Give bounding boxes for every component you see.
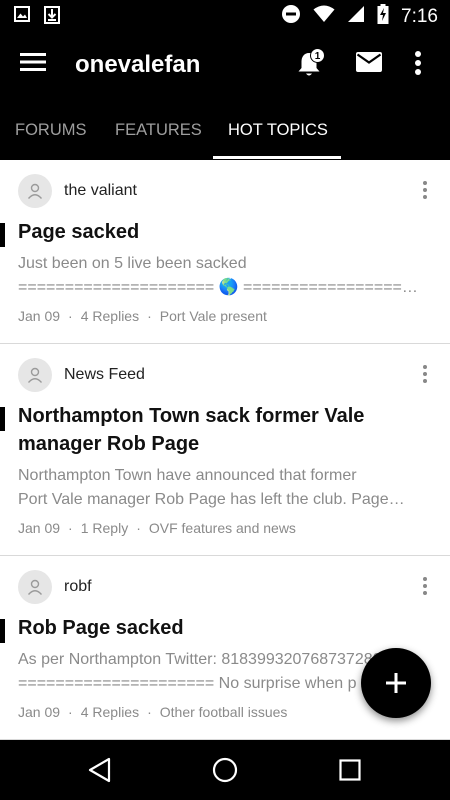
topic-date: Jan 09: [18, 520, 61, 536]
avatar[interactable]: [18, 358, 52, 392]
recents-button[interactable]: [335, 755, 365, 785]
new-topic-button[interactable]: [361, 648, 431, 718]
author-row: News Feed: [18, 358, 145, 392]
topic-meta: Jan 09 · 1 Reply · OVF features and news: [18, 520, 296, 536]
avatar[interactable]: [18, 570, 52, 604]
topic-options-button[interactable]: [422, 180, 432, 200]
topic-card[interactable]: the valiant Page sacked Just been on 5 l…: [0, 160, 450, 344]
notification-badge: 1: [310, 48, 325, 63]
battery-charging-icon: [377, 4, 389, 30]
more-vert-icon: [423, 577, 427, 595]
separator-dot: ·: [68, 308, 73, 324]
unread-indicator: [0, 223, 5, 247]
wifi-icon: [313, 5, 335, 29]
separator-dot: ·: [68, 520, 73, 536]
author-row: the valiant: [18, 174, 137, 208]
download-icon: [44, 6, 60, 29]
topic-title[interactable]: Rob Page sacked: [18, 614, 432, 642]
avatar[interactable]: [18, 174, 52, 208]
author-name[interactable]: robf: [64, 578, 92, 596]
recents-icon: [339, 759, 361, 781]
back-button[interactable]: [85, 755, 115, 785]
topic-meta: Jan 09 · 4 Replies · Port Vale present: [18, 308, 267, 324]
app-bar: onevalefan 1: [0, 30, 450, 100]
messages-button[interactable]: [356, 52, 386, 78]
do-not-disturb-icon: [281, 4, 301, 30]
author-row: robf: [18, 570, 92, 604]
home-icon: [212, 757, 238, 783]
topic-options-button[interactable]: [422, 364, 432, 384]
tab-features[interactable]: FEATURES: [115, 100, 202, 160]
topic-forum[interactable]: OVF features and news: [149, 520, 296, 536]
topic-card[interactable]: News Feed Northampton Town sack former V…: [0, 344, 450, 556]
image-icon: [14, 6, 30, 29]
back-icon: [88, 757, 111, 783]
topic-date: Jan 09: [18, 308, 61, 324]
more-vert-icon: [423, 365, 427, 383]
tab-hot-topics[interactable]: HOT TOPICS: [228, 100, 328, 160]
status-bar: 7:16: [0, 0, 450, 30]
separator-dot: ·: [136, 520, 141, 536]
status-time: 7:16: [401, 6, 438, 27]
overflow-menu-button[interactable]: [414, 50, 430, 80]
signal-icon: [347, 5, 365, 29]
mail-icon: [356, 52, 382, 72]
topic-title[interactable]: Page sacked: [18, 218, 432, 246]
topic-snippet: Port Vale manager Rob Page has left the …: [18, 491, 405, 508]
notifications-button[interactable]: 1: [296, 48, 326, 80]
topic-forum[interactable]: Other football issues: [160, 704, 288, 720]
tab-bar: FORUMS FEATURES HOT TOPICS: [0, 100, 450, 160]
author-name[interactable]: News Feed: [64, 366, 145, 384]
topic-replies: 1 Reply: [80, 520, 129, 536]
separator-dot: ·: [68, 704, 73, 720]
topic-options-button[interactable]: [422, 576, 432, 596]
unread-indicator: [0, 619, 5, 643]
topic-snippet: Northampton Town have announced that for…: [18, 467, 357, 484]
person-icon: [27, 579, 43, 595]
menu-icon: [20, 53, 46, 71]
topic-replies: 4 Replies: [80, 704, 140, 720]
system-nav-bar: [0, 740, 450, 800]
topic-meta: Jan 09 · 4 Replies · Other football issu…: [18, 704, 287, 720]
plus-icon: [386, 673, 406, 693]
person-icon: [27, 367, 43, 383]
more-vert-icon: [423, 181, 427, 199]
topic-date: Jan 09: [18, 704, 61, 720]
unread-indicator: [0, 407, 5, 431]
topic-forum[interactable]: Port Vale present: [160, 308, 267, 324]
separator-dot: ·: [147, 704, 152, 720]
app-title: onevalefan: [75, 51, 201, 78]
tab-indicator: [213, 156, 341, 159]
author-name[interactable]: the valiant: [64, 182, 137, 200]
topic-snippet: Just been on 5 live been sacked: [18, 255, 247, 272]
person-icon: [27, 183, 43, 199]
tab-forums[interactable]: FORUMS: [15, 100, 87, 160]
separator-dot: ·: [147, 308, 152, 324]
menu-button[interactable]: [20, 52, 50, 78]
topic-replies: 4 Replies: [80, 308, 140, 324]
topic-snippet: ===================== 🌎 ================…: [18, 279, 418, 296]
more-vert-icon: [415, 51, 421, 75]
home-button[interactable]: [210, 755, 240, 785]
topic-title[interactable]: Northampton Town sack former Vale manage…: [18, 402, 432, 458]
